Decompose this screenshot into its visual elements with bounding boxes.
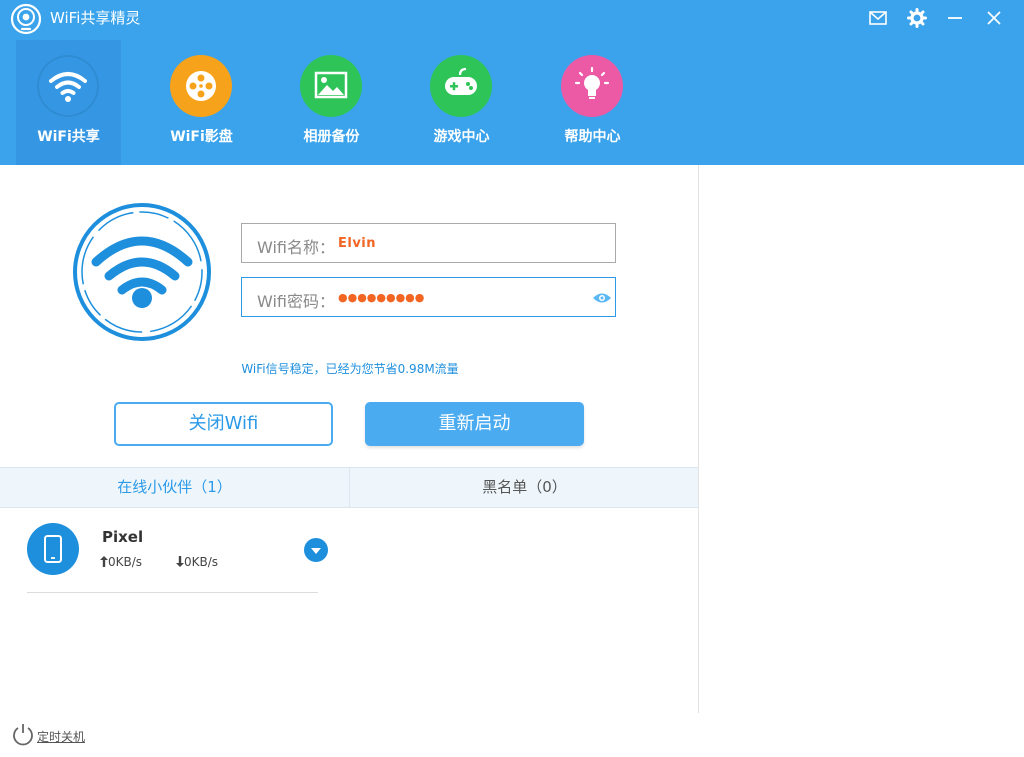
header-bar: WiFi共享精灵 WiFi共享 WiFi影盘 相册备份 游戏中心 帮助中心 (0, 0, 1024, 165)
film-reel-icon (170, 55, 232, 117)
wifi-password-field[interactable]: Wifi密码： ●●●●●●●●● (241, 277, 616, 317)
wifi-share-panel: Wifi名称： Elvin Wifi密码： ●●●●●●●●● WiFi信号稳定… (0, 165, 699, 713)
tab-online-partners[interactable]: 在线小伙伴（1） (0, 468, 349, 507)
device-menu-button[interactable] (304, 538, 328, 562)
settings-gear-icon[interactable] (906, 7, 928, 29)
chevron-down-icon (311, 548, 321, 554)
nav-item-wifi-disk[interactable]: WiFi影盘 (149, 40, 254, 165)
upload-arrow-icon (100, 556, 108, 567)
right-pane (699, 165, 1024, 713)
tab-blacklist[interactable]: 黑名单（0） (349, 468, 699, 507)
app-title: WiFi共享精灵 (50, 9, 141, 27)
wifi-status-icon (73, 203, 211, 341)
nav-item-label: WiFi共享 (37, 129, 100, 145)
minimize-icon[interactable] (944, 7, 966, 29)
phone-icon (27, 523, 79, 575)
app-logo-icon (10, 3, 42, 35)
eye-icon[interactable] (592, 291, 612, 305)
nav-item-wifi-share[interactable]: WiFi共享 (16, 40, 121, 165)
wifi-name-field[interactable]: Wifi名称： Elvin (241, 223, 616, 263)
gamepad-icon (430, 55, 492, 117)
download-speed-value: 0KB/s (184, 555, 219, 569)
close-icon[interactable] (983, 7, 1005, 29)
photo-icon (300, 55, 362, 117)
nav-item-label: 游戏中心 (433, 129, 490, 145)
wifi-password-value[interactable]: ●●●●●●●●● (338, 291, 424, 304)
restart-button[interactable]: 重新启动 (365, 402, 584, 446)
timer-shutdown-link[interactable]: 定时关机 (37, 728, 85, 745)
nav-item-label: 帮助中心 (564, 129, 621, 145)
wifi-name-value[interactable]: Elvin (338, 236, 376, 251)
power-icon[interactable] (11, 722, 35, 746)
status-message: WiFi信号稳定，已经为您节省0.98M流量 (241, 362, 459, 376)
wifi-icon (37, 55, 99, 117)
footer-bar: 定时关机 (0, 713, 1024, 757)
device-name: Pixel (102, 528, 144, 546)
nav-item-game-center[interactable]: 游戏中心 (409, 40, 514, 165)
mail-icon[interactable] (867, 7, 889, 29)
nav-item-label: 相册备份 (303, 129, 360, 145)
nav-item-label: WiFi影盘 (170, 129, 233, 145)
device-tabs: 在线小伙伴（1） 黑名单（0） (0, 467, 698, 508)
wifi-password-label: Wifi密码： (257, 292, 335, 311)
upload-speed-value: 0KB/s (108, 555, 143, 569)
turn-off-wifi-button[interactable]: 关闭Wifi (114, 402, 333, 446)
download-arrow-icon (176, 556, 184, 567)
nav-item-help-center[interactable]: 帮助中心 (540, 40, 645, 165)
device-upload-speed: 0KB/s (100, 555, 142, 569)
lightbulb-icon (561, 55, 623, 117)
wifi-name-label: Wifi名称： (257, 238, 335, 257)
device-download-speed: 0KB/s (176, 555, 218, 569)
nav-item-photo-backup[interactable]: 相册备份 (279, 40, 384, 165)
list-divider (27, 592, 318, 593)
